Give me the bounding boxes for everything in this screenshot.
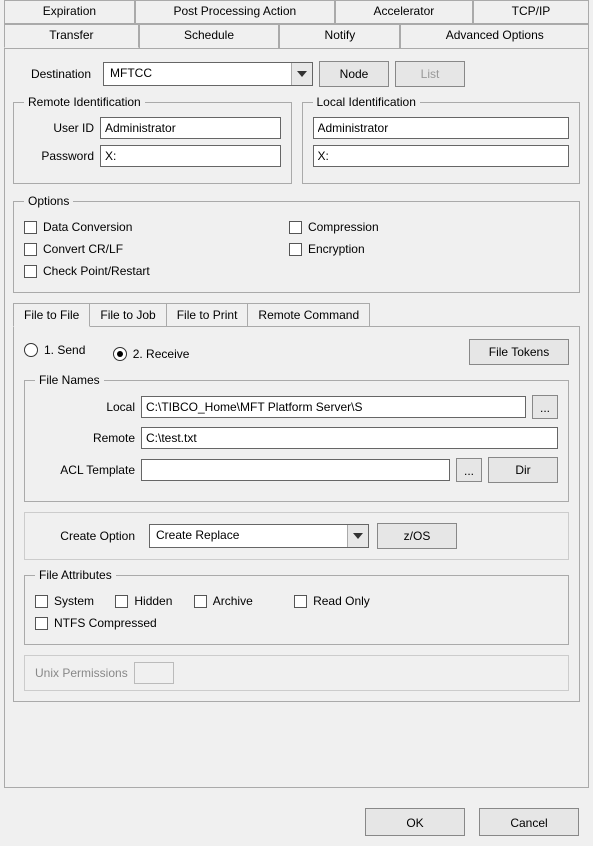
attr-hidden-label: Hidden — [134, 594, 172, 608]
remote-userid-label: User ID — [24, 121, 100, 135]
remote-identification-fieldset: Remote Identification User ID Password — [13, 95, 292, 184]
convert-crlf-label: Convert CR/LF — [43, 242, 123, 256]
subtab-remote-command[interactable]: Remote Command — [247, 303, 370, 327]
file-to-file-panel: 1. Send 2. Receive File Tokens File Name… — [13, 326, 580, 702]
remote-file-input[interactable] — [141, 427, 558, 449]
checkpoint-label: Check Point/Restart — [43, 264, 150, 278]
options-fieldset: Options Data Conversion Convert CR/LF Ch… — [13, 194, 580, 293]
tab-advanced-options[interactable]: Advanced Options — [400, 24, 589, 48]
attr-readonly-label: Read Only — [313, 594, 370, 608]
file-attributes-legend: File Attributes — [35, 568, 116, 582]
tab-row-lower: Transfer Schedule Notify Advanced Option… — [4, 24, 589, 48]
chevron-down-icon[interactable] — [347, 525, 368, 547]
remote-password-label: Password — [24, 149, 100, 163]
local-file-browse-button[interactable]: ... — [532, 395, 558, 419]
acl-template-input[interactable] — [141, 459, 450, 481]
unix-permissions-input — [134, 662, 174, 684]
cancel-button[interactable]: Cancel — [479, 808, 579, 836]
attr-hidden-checkbox[interactable]: Hidden — [115, 594, 172, 608]
send-radio[interactable]: 1. Send — [24, 343, 85, 357]
send-radio-label: 1. Send — [44, 343, 85, 357]
acl-template-browse-button[interactable]: ... — [456, 458, 482, 482]
remote-file-label: Remote — [35, 431, 135, 445]
compression-label: Compression — [308, 220, 379, 234]
tab-post-processing[interactable]: Post Processing Action — [135, 0, 335, 24]
compression-checkbox[interactable]: Compression — [289, 220, 379, 234]
tab-expiration[interactable]: Expiration — [4, 0, 135, 24]
transfer-panel: Destination MFTCC Node List Remote Ident… — [4, 48, 589, 788]
receive-radio-label: 2. Receive — [133, 347, 190, 361]
data-conversion-checkbox[interactable]: Data Conversion — [24, 220, 132, 234]
encryption-checkbox[interactable]: Encryption — [289, 242, 365, 256]
local-id-legend: Local Identification — [313, 95, 420, 109]
create-option-value: Create Replace — [150, 525, 347, 547]
dir-button[interactable]: Dir — [488, 457, 558, 483]
file-names-fieldset: File Names Local ... Remote ACL Template… — [24, 373, 569, 502]
destination-value: MFTCC — [104, 63, 291, 85]
local-userid-input[interactable] — [313, 117, 570, 139]
attr-ntfs-label: NTFS Compressed — [54, 616, 157, 630]
destination-row: Destination MFTCC Node List — [13, 61, 580, 87]
destination-label: Destination — [13, 67, 97, 81]
ok-button[interactable]: OK — [365, 808, 465, 836]
attr-archive-label: Archive — [213, 594, 253, 608]
attr-system-checkbox[interactable]: System — [35, 594, 94, 608]
transfer-dialog: { "tabs_row1": ["Expiration", "Post Proc… — [0, 0, 593, 846]
tab-notify[interactable]: Notify — [279, 24, 400, 48]
local-password-input[interactable] — [313, 145, 570, 167]
unix-permissions-box: Unix Permissions — [24, 655, 569, 691]
attr-readonly-checkbox[interactable]: Read Only — [294, 594, 370, 608]
local-file-input[interactable] — [141, 396, 526, 418]
file-tokens-button[interactable]: File Tokens — [469, 339, 569, 365]
create-option-combo[interactable]: Create Replace — [149, 524, 369, 548]
local-identification-fieldset: Local Identification — [302, 95, 581, 184]
tab-transfer[interactable]: Transfer — [4, 24, 139, 48]
acl-template-label: ACL Template — [35, 463, 135, 477]
subtab-file-to-file[interactable]: File to File — [13, 303, 90, 327]
unix-permissions-label: Unix Permissions — [35, 666, 128, 680]
attr-archive-checkbox[interactable]: Archive — [194, 594, 253, 608]
tab-accelerator[interactable]: Accelerator — [335, 0, 473, 24]
tab-tcpip[interactable]: TCP/IP — [473, 0, 589, 24]
receive-radio[interactable]: 2. Receive — [113, 347, 190, 361]
convert-crlf-checkbox[interactable]: Convert CR/LF — [24, 242, 123, 256]
tab-row-upper: Expiration Post Processing Action Accele… — [4, 0, 589, 24]
attr-ntfs-checkbox[interactable]: NTFS Compressed — [35, 616, 157, 630]
list-button: List — [395, 61, 465, 87]
checkpoint-checkbox[interactable]: Check Point/Restart — [24, 264, 150, 278]
chevron-down-icon[interactable] — [291, 63, 312, 85]
create-option-label: Create Option — [35, 529, 141, 543]
local-file-label: Local — [35, 400, 135, 414]
subtab-file-to-job[interactable]: File to Job — [89, 303, 166, 327]
remote-id-legend: Remote Identification — [24, 95, 145, 109]
options-legend: Options — [24, 194, 73, 208]
identification-group: Remote Identification User ID Password L… — [13, 95, 580, 194]
remote-password-input[interactable] — [100, 145, 281, 167]
encryption-label: Encryption — [308, 242, 365, 256]
zos-button[interactable]: z/OS — [377, 523, 457, 549]
node-button[interactable]: Node — [319, 61, 389, 87]
subtab-bar: File to File File to Job File to Print R… — [13, 303, 580, 327]
destination-combo[interactable]: MFTCC — [103, 62, 313, 86]
dialog-footer: OK Cancel — [365, 808, 579, 836]
file-attributes-fieldset: File Attributes System Hidden Archive Re… — [24, 568, 569, 645]
tab-schedule[interactable]: Schedule — [139, 24, 280, 48]
remote-userid-input[interactable] — [100, 117, 281, 139]
file-names-legend: File Names — [35, 373, 104, 387]
data-conversion-label: Data Conversion — [43, 220, 132, 234]
subtab-file-to-print[interactable]: File to Print — [166, 303, 249, 327]
attr-system-label: System — [54, 594, 94, 608]
